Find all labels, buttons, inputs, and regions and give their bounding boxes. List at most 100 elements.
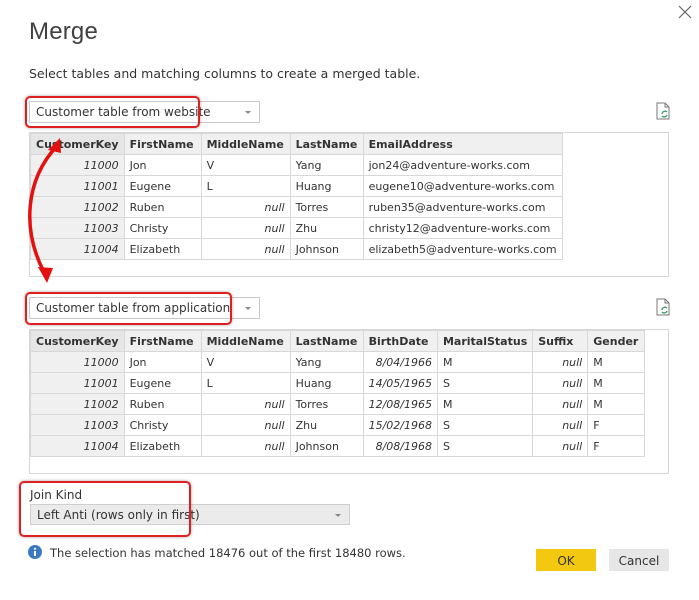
dialog-title: Merge [29, 18, 99, 45]
table-cell: M [436, 393, 534, 415]
match-status-text: The selection has matched 18476 out of t… [50, 546, 406, 560]
header-row: CustomerKey FirstName MiddleName LastName Em… [30, 133, 563, 155]
table-cell: S [436, 414, 534, 436]
table-cell: null [200, 196, 291, 218]
table-cell: L [200, 175, 291, 197]
column-header[interactable]: Gender [587, 330, 646, 352]
table-cell: Johnson [289, 238, 364, 260]
table-cell: Ruben [123, 393, 202, 415]
first-table-dropdown[interactable]: Customer table from website [29, 101, 260, 123]
table-cell: F [587, 435, 646, 457]
table-cell: 15/02/1968 [362, 414, 438, 436]
table-cell: L [200, 372, 291, 394]
table-cell: 11004 [30, 435, 125, 457]
table-cell: 8/04/1966 [362, 351, 438, 373]
table-cell: Eugene [123, 372, 202, 394]
column-header[interactable]: MiddleName [200, 133, 291, 155]
table-cell: null [532, 393, 589, 415]
column-header[interactable]: CustomerKey [30, 330, 125, 352]
table-cell: null [532, 414, 589, 436]
table-cell: 8/08/1968 [362, 435, 438, 457]
table-row: 11003 Christy null Zhu 15/02/1968 Snull F [30, 414, 646, 436]
column-header[interactable]: LastName [289, 330, 364, 352]
join-kind-label: Join Kind [30, 488, 83, 502]
column-header[interactable]: Suffix [532, 330, 589, 352]
table-cell: null [200, 435, 291, 457]
table-row: 11002 Ruben null Torres 12/08/1965 Mnull M [30, 393, 646, 415]
table-row: 11001 Eugene L Huang 14/05/1965 Snull M [30, 372, 646, 394]
table-cell: 12/08/1965 [362, 393, 438, 415]
table-row: 11000 Jon V Yang jon24@adventure-works.com [30, 154, 563, 176]
second-table-preview: CustomerKey FirstName MiddleName LastName Bi… [29, 329, 669, 474]
table-cell: Zhu [289, 414, 364, 436]
table-cell: jon24@adventure-works.com [362, 154, 563, 176]
table-cell: null [200, 393, 291, 415]
table-cell: Jon [123, 154, 202, 176]
table-cell: V [200, 154, 291, 176]
table-cell: 14/05/1965 [362, 372, 438, 394]
chevron-down-icon [335, 514, 341, 517]
table-cell: Huang [289, 372, 364, 394]
table-cell: christy12@adventure-works.com [362, 217, 563, 239]
table-cell: Yang [289, 154, 364, 176]
first-table-grid: CustomerKey FirstName MiddleName LastName Em… [30, 133, 563, 260]
table-cell: Torres [289, 393, 364, 415]
table-cell: null [200, 217, 291, 239]
table-cell: 11002 [30, 196, 125, 218]
table-cell: M [587, 393, 646, 415]
table-cell: Huang [289, 175, 364, 197]
second-table-dropdown[interactable]: Customer table from application [29, 297, 260, 319]
column-header[interactable]: MaritalStatus [436, 330, 534, 352]
first-table-preview: CustomerKey FirstName MiddleName LastName Em… [29, 132, 669, 277]
join-kind-selected: Left Anti (rows only in first) [37, 508, 200, 522]
refresh-preview-icon[interactable] [655, 102, 671, 120]
header-row: CustomerKey FirstName MiddleName LastName Bi… [30, 330, 646, 352]
table-cell: null [200, 238, 291, 260]
table-cell: Elizabeth [123, 238, 202, 260]
table-cell: S [436, 372, 534, 394]
chevron-down-icon [245, 111, 251, 114]
table-row: 11003 Christy null Zhu christy12@adventure-w… [30, 217, 563, 239]
table-cell: Christy [123, 414, 202, 436]
refresh-preview-icon[interactable] [655, 298, 671, 316]
table-cell: null [532, 351, 589, 373]
table-row: 11002 Ruben null Torres ruben35@adventure-wo… [30, 196, 563, 218]
table-cell: Elizabeth [123, 435, 202, 457]
info-icon [28, 545, 42, 559]
column-header[interactable]: MiddleName [200, 330, 291, 352]
table-cell: eugene10@adventure-works.com [362, 175, 563, 197]
table-cell: M [436, 351, 534, 373]
table-cell: null [532, 435, 589, 457]
table-cell: Christy [123, 217, 202, 239]
table-cell: 11002 [30, 393, 125, 415]
close-icon[interactable] [677, 4, 693, 20]
column-header[interactable]: CustomerKey [30, 133, 125, 155]
column-header[interactable]: FirstName [123, 133, 202, 155]
second-table-grid: CustomerKey FirstName MiddleName LastName Bi… [30, 330, 646, 457]
table-cell: Johnson [289, 435, 364, 457]
second-table-selected: Customer table from application [36, 301, 231, 315]
table-cell: null [200, 414, 291, 436]
table-cell: 11001 [30, 175, 125, 197]
table-cell: 11000 [30, 351, 125, 373]
table-cell: M [587, 372, 646, 394]
ok-button[interactable]: OK [536, 549, 596, 571]
table-cell: 11001 [30, 372, 125, 394]
column-header[interactable]: FirstName [123, 330, 202, 352]
table-cell: 11004 [30, 238, 125, 260]
table-cell: Zhu [289, 217, 364, 239]
column-header[interactable]: BirthDate [362, 330, 438, 352]
table-row: 11004 Elizabeth null Johnson 8/08/1968 Snull F [30, 435, 646, 457]
column-header[interactable]: LastName [289, 133, 364, 155]
table-cell: 11000 [30, 154, 125, 176]
table-cell: S [436, 435, 534, 457]
table-row: 11001 Eugene L Huang eugene10@adventure-work… [30, 175, 563, 197]
table-cell: 11003 [30, 217, 125, 239]
cancel-button[interactable]: Cancel [609, 549, 669, 571]
table-cell: 11003 [30, 414, 125, 436]
table-cell: Eugene [123, 175, 202, 197]
table-cell: M [587, 351, 646, 373]
column-header[interactable]: EmailAddress [362, 133, 563, 155]
table-cell: Torres [289, 196, 364, 218]
join-kind-dropdown[interactable]: Left Anti (rows only in first) [30, 504, 350, 525]
